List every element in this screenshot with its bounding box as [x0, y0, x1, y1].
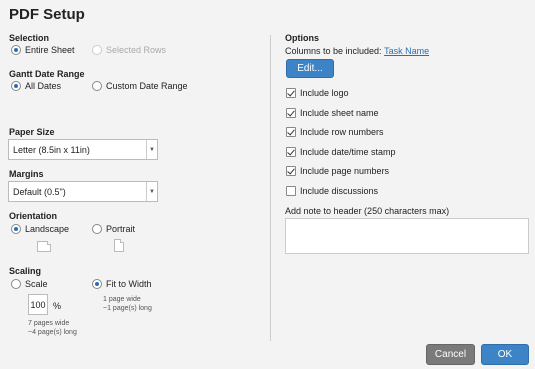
option-label: Include page numbers: [300, 166, 390, 177]
scale-label: Scale: [25, 279, 48, 289]
fit-to-width-option[interactable]: Fit to Width: [92, 279, 152, 289]
margins-label: Margins: [9, 169, 44, 179]
options-label: Options: [285, 33, 319, 43]
selected-rows-option: Selected Rows: [92, 45, 166, 55]
orientation-label: Orientation: [9, 211, 58, 221]
custom-date-option[interactable]: Custom Date Range: [92, 81, 188, 91]
percent-label: %: [53, 301, 62, 311]
columns-prefix: Columns to be included:: [285, 46, 382, 56]
option-row[interactable]: Include logo: [286, 88, 349, 98]
header-note-textarea[interactable]: [285, 218, 529, 254]
paper-size-label: Paper Size: [9, 127, 55, 137]
scale-note-long: ~4 page(s) long: [28, 329, 77, 336]
scale-radio[interactable]: [11, 279, 21, 289]
portrait-radio[interactable]: [92, 224, 102, 234]
option-label: Include logo: [300, 88, 349, 98]
chevron-down-icon: ▼: [146, 182, 157, 201]
scale-option[interactable]: Scale: [11, 279, 48, 289]
custom-date-label: Custom Date Range: [106, 81, 188, 91]
option-row[interactable]: Include sheet name: [286, 107, 379, 118]
entire-sheet-radio[interactable]: [11, 45, 21, 55]
paper-size-value: Letter (8.5in x 11in): [13, 144, 90, 155]
all-dates-radio[interactable]: [11, 81, 21, 91]
all-dates-option[interactable]: All Dates: [11, 81, 61, 91]
option-label: Include sheet name: [300, 107, 379, 118]
custom-date-radio[interactable]: [92, 81, 102, 91]
scale-note-wide: 7 pages wide: [28, 320, 70, 327]
landscape-radio[interactable]: [11, 224, 21, 234]
option-row[interactable]: Include date/time stamp: [286, 146, 396, 157]
option-row[interactable]: Include page numbers: [286, 166, 390, 177]
selected-rows-label: Selected Rows: [106, 45, 167, 55]
gantt-label: Gantt Date Range: [9, 69, 85, 79]
option-row[interactable]: Include row numbers: [286, 127, 384, 138]
edit-columns-button[interactable]: Edit...: [286, 59, 334, 78]
columns-included: Columns to be included: Task Name: [285, 46, 429, 56]
note-label: Add note to header (250 characters max): [285, 206, 450, 216]
selected-rows-radio: [92, 45, 102, 55]
column-divider: [270, 35, 271, 341]
columns-link[interactable]: Task Name: [384, 46, 429, 56]
margins-value: Default (0.5"): [13, 186, 66, 197]
selection-label: Selection: [9, 33, 50, 43]
option-label: Include row numbers: [300, 127, 384, 138]
portrait-option[interactable]: Portrait: [92, 224, 135, 234]
entire-sheet-label: Entire Sheet: [25, 45, 75, 55]
option-label: Include date/time stamp: [300, 146, 396, 157]
fit-to-width-radio[interactable]: [92, 279, 102, 289]
option-checkbox[interactable]: [286, 127, 296, 138]
scaling-label: Scaling: [9, 266, 42, 276]
option-checkbox[interactable]: [286, 166, 296, 177]
portrait-page-icon: [114, 239, 124, 252]
fit-to-width-label: Fit to Width: [106, 279, 152, 289]
all-dates-label: All Dates: [25, 81, 62, 91]
ok-button[interactable]: OK: [481, 344, 529, 365]
fit-note-long: ~1 page(s) long: [103, 305, 152, 312]
option-checkbox[interactable]: [286, 146, 296, 157]
option-checkbox[interactable]: [286, 88, 296, 98]
paper-size-select[interactable]: Letter (8.5in x 11in) ▼: [8, 139, 158, 160]
dialog-title: PDF Setup: [9, 6, 85, 23]
entire-sheet-option[interactable]: Entire Sheet: [11, 45, 75, 55]
cancel-button[interactable]: Cancel: [426, 344, 475, 365]
option-checkbox[interactable]: [286, 186, 296, 196]
option-checkbox[interactable]: [286, 107, 296, 118]
option-row[interactable]: Include discussions: [286, 186, 378, 196]
landscape-page-icon: [37, 241, 51, 252]
option-label: Include discussions: [300, 186, 379, 196]
scale-input[interactable]: 100: [28, 294, 48, 315]
margins-select[interactable]: Default (0.5") ▼: [8, 181, 158, 202]
chevron-down-icon: ▼: [146, 140, 157, 159]
landscape-label: Landscape: [25, 224, 70, 234]
portrait-label: Portrait: [106, 224, 136, 234]
fit-note-wide: 1 page wide: [103, 296, 141, 303]
landscape-option[interactable]: Landscape: [11, 224, 69, 234]
